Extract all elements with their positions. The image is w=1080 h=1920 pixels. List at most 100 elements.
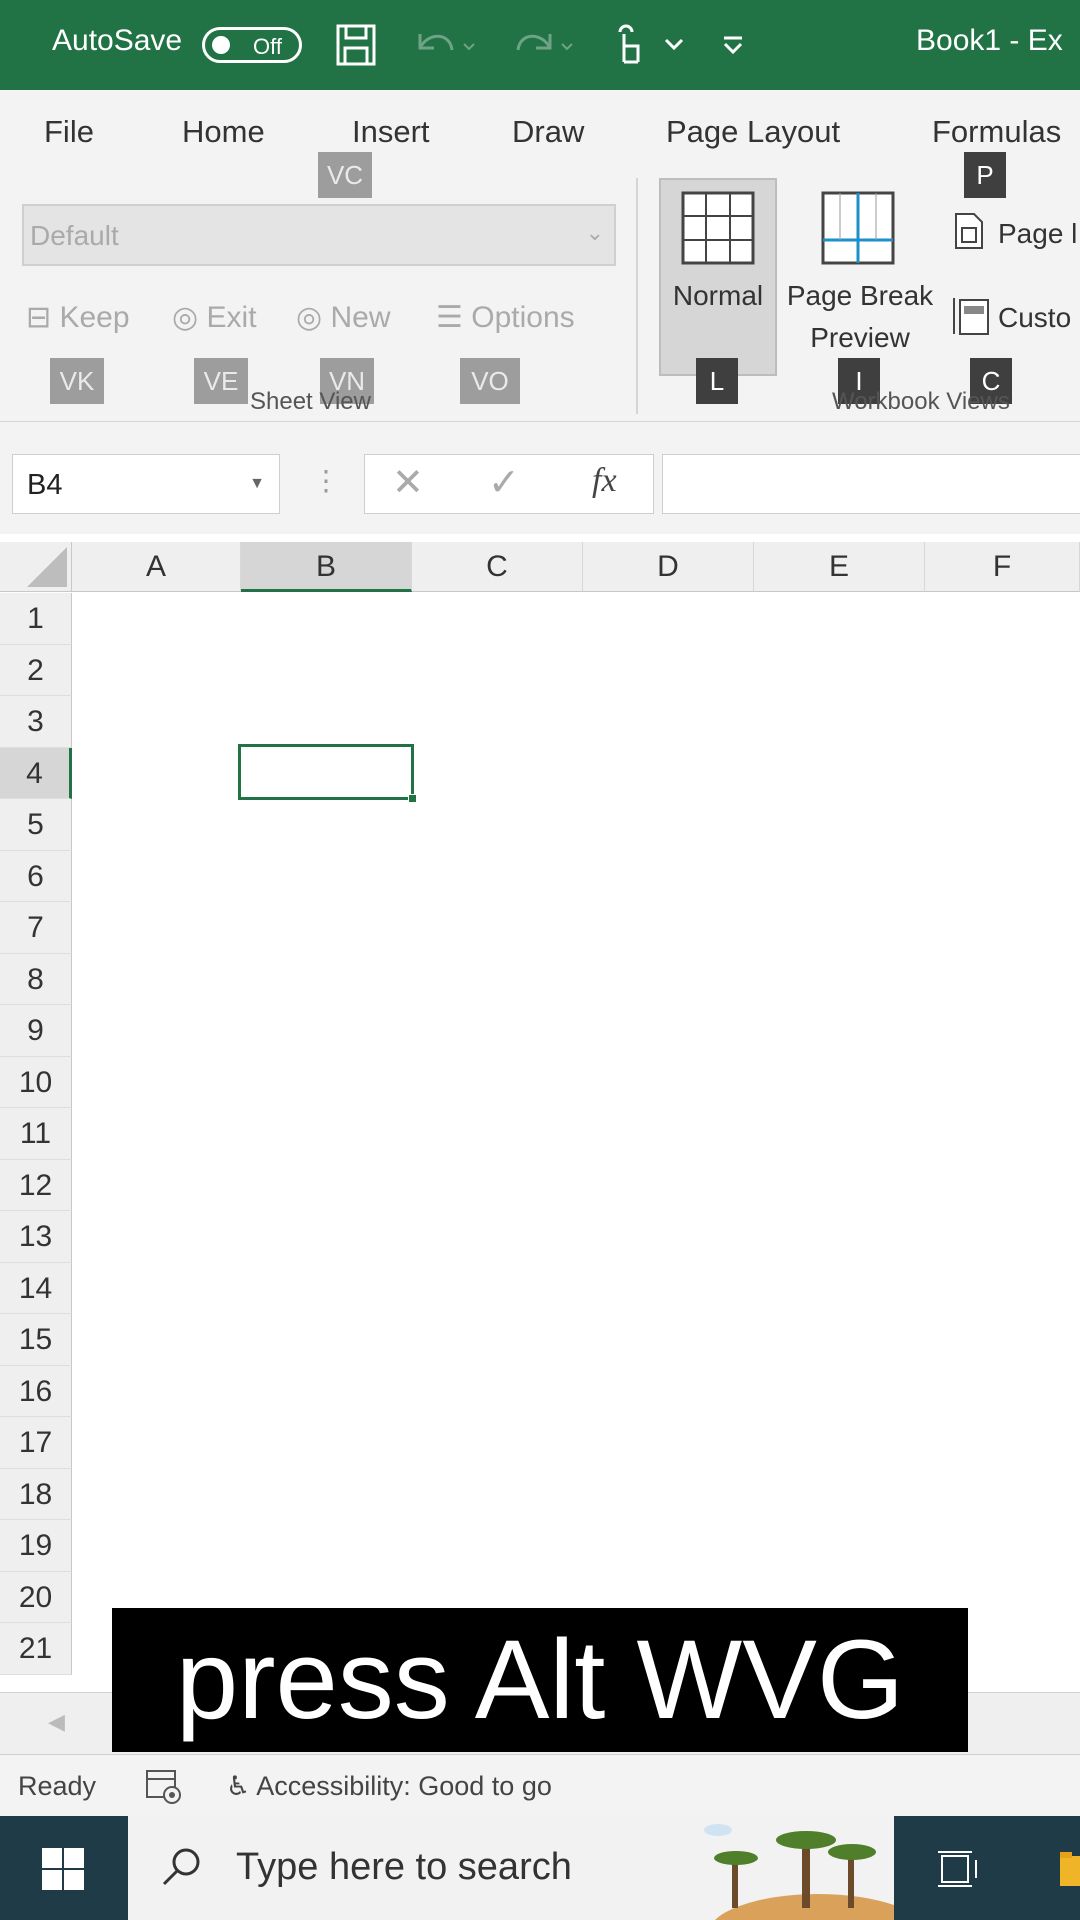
windows-taskbar: Type here to search bbox=[0, 1816, 1080, 1920]
column-header-a[interactable]: A bbox=[72, 542, 241, 592]
row-header-3[interactable]: 3 bbox=[0, 696, 72, 748]
custom-views-label: Custo bbox=[998, 302, 1072, 333]
accessibility-label: Accessibility: Good to go bbox=[256, 1771, 552, 1801]
select-all-button[interactable] bbox=[0, 542, 72, 592]
title-bar: AutoSave Off Book1 - Ex bbox=[0, 0, 1080, 90]
tab-insert[interactable]: Insert bbox=[352, 114, 430, 150]
redo-icon[interactable] bbox=[508, 22, 578, 68]
autosave-toggle[interactable]: Off bbox=[202, 27, 302, 63]
enter-icon[interactable]: ✓ bbox=[488, 460, 520, 505]
row-header-19[interactable]: 19 bbox=[0, 1520, 72, 1572]
page-layout-label: Page l bbox=[998, 218, 1078, 249]
accessibility-status[interactable]: ♿ Accessibility: Good to go bbox=[226, 1771, 552, 1802]
keep-button[interactable]: ⊟ Keep bbox=[26, 300, 130, 335]
row-header-5[interactable]: 5 bbox=[0, 799, 72, 851]
keytip-insert: VC bbox=[318, 152, 372, 198]
group-divider bbox=[636, 178, 638, 414]
autosave-state: Off bbox=[253, 34, 282, 59]
exit-button[interactable]: ◎ Exit bbox=[172, 300, 257, 335]
options-button[interactable]: ☰ Options bbox=[436, 300, 575, 335]
custom-views-icon[interactable] bbox=[950, 294, 992, 338]
row-header-12[interactable]: 12 bbox=[0, 1159, 72, 1211]
options-list-icon: ☰ bbox=[436, 301, 472, 334]
row-header-14[interactable]: 14 bbox=[0, 1262, 72, 1314]
select-all-triangle bbox=[27, 547, 67, 587]
exit-view-icon: ◎ bbox=[172, 301, 207, 334]
row-header-16[interactable]: 16 bbox=[0, 1365, 72, 1417]
sheet-view-select[interactable]: Default ⌄ bbox=[22, 204, 616, 266]
task-view-icon[interactable] bbox=[936, 1848, 982, 1890]
column-header-b[interactable]: B bbox=[241, 542, 412, 592]
cancel-icon[interactable]: ✕ bbox=[392, 460, 424, 505]
chevron-down-icon: ▼ bbox=[249, 475, 265, 492]
search-highlight-illustration-icon bbox=[704, 1824, 894, 1920]
scroll-left-icon[interactable]: ◀ bbox=[48, 1709, 65, 1735]
row-header-6[interactable]: 6 bbox=[0, 850, 72, 902]
normal-view-icon bbox=[681, 191, 755, 265]
group-label-workbook-views: Workbook Views bbox=[832, 388, 1010, 415]
keep-label: Keep bbox=[59, 301, 130, 334]
keytip-normal: L bbox=[696, 358, 738, 404]
tab-page-layout[interactable]: Page Layout bbox=[666, 114, 840, 150]
sheet-view-value: Default bbox=[30, 220, 119, 251]
ribbon: File Home Insert Draw Page Layout Formul… bbox=[0, 90, 1080, 422]
keep-icon: ⊟ bbox=[26, 301, 60, 334]
row-header-20[interactable]: 20 bbox=[0, 1571, 72, 1623]
search-icon bbox=[162, 1848, 200, 1886]
chevron-down-icon[interactable] bbox=[660, 22, 688, 68]
active-cell-b4[interactable] bbox=[238, 744, 417, 803]
new-button[interactable]: ◎ New bbox=[296, 300, 391, 335]
taskbar-search-box[interactable]: Type here to search bbox=[128, 1816, 894, 1920]
column-header-e[interactable]: E bbox=[754, 542, 925, 592]
more-options-icon[interactable]: ⋮ bbox=[312, 464, 340, 497]
macro-recording-icon[interactable] bbox=[144, 1767, 184, 1805]
row-header-4[interactable]: 4 bbox=[0, 747, 72, 799]
tab-file[interactable]: File bbox=[44, 114, 94, 150]
group-label-sheet-view: Sheet View bbox=[250, 388, 371, 415]
fill-handle[interactable] bbox=[408, 794, 417, 803]
row-header-18[interactable]: 18 bbox=[0, 1468, 72, 1520]
row-header-13[interactable]: 13 bbox=[0, 1211, 72, 1263]
windows-start-icon[interactable] bbox=[40, 1846, 86, 1892]
new-label: New bbox=[330, 301, 391, 334]
row-header-21[interactable]: 21 bbox=[0, 1623, 72, 1675]
row-header-8[interactable]: 8 bbox=[0, 953, 72, 1005]
row-header-15[interactable]: 15 bbox=[0, 1314, 72, 1366]
normal-label: Normal bbox=[672, 280, 764, 311]
tab-draw[interactable]: Draw bbox=[512, 114, 584, 150]
options-label: Options bbox=[471, 301, 575, 334]
row-header-17[interactable]: 17 bbox=[0, 1417, 72, 1469]
search-placeholder: Type here to search bbox=[236, 1846, 572, 1888]
undo-icon[interactable] bbox=[410, 22, 480, 68]
status-bar: Ready ♿ Accessibility: Good to go bbox=[0, 1754, 1080, 1816]
caption-overlay: press Alt WVG bbox=[112, 1608, 968, 1752]
page-break-label-1: Page Break bbox=[786, 280, 934, 311]
row-header-10[interactable]: 10 bbox=[0, 1056, 72, 1108]
chevron-down-icon: ⌄ bbox=[585, 220, 604, 245]
row-header-9[interactable]: 9 bbox=[0, 1005, 72, 1057]
formula-input[interactable] bbox=[662, 454, 1080, 514]
row-header-1[interactable]: 1 bbox=[0, 593, 72, 645]
page-break-preview-icon[interactable] bbox=[820, 190, 896, 266]
worksheet-grid[interactable]: A B C D E F 1 2 3 4 5 6 7 8 9 10 11 12 1… bbox=[0, 534, 1080, 1692]
name-box[interactable]: B4 ▼ bbox=[12, 454, 280, 514]
name-box-value: B4 bbox=[27, 469, 63, 501]
row-header-11[interactable]: 11 bbox=[0, 1108, 72, 1160]
accessibility-icon: ♿ bbox=[226, 1771, 257, 1801]
insert-function-icon[interactable]: fx bbox=[592, 462, 617, 500]
row-header-7[interactable]: 7 bbox=[0, 902, 72, 954]
new-view-icon: ◎ bbox=[296, 301, 331, 334]
save-icon[interactable] bbox=[334, 22, 378, 68]
file-explorer-icon[interactable] bbox=[1056, 1848, 1080, 1890]
customize-toolbar-icon[interactable] bbox=[718, 22, 748, 68]
column-header-c[interactable]: C bbox=[412, 542, 583, 592]
page-layout-view-icon[interactable] bbox=[952, 210, 986, 252]
row-header-2[interactable]: 2 bbox=[0, 644, 72, 696]
page-break-label-2: Preview bbox=[810, 322, 910, 353]
column-header-d[interactable]: D bbox=[583, 542, 754, 592]
column-header-f[interactable]: F bbox=[925, 542, 1080, 592]
touch-mode-icon[interactable] bbox=[604, 22, 648, 68]
tab-formulas[interactable]: Formulas bbox=[932, 114, 1061, 150]
formula-bar: B4 ▼ ⋮ ✕ ✓ fx bbox=[0, 422, 1080, 534]
tab-home[interactable]: Home bbox=[182, 114, 265, 150]
